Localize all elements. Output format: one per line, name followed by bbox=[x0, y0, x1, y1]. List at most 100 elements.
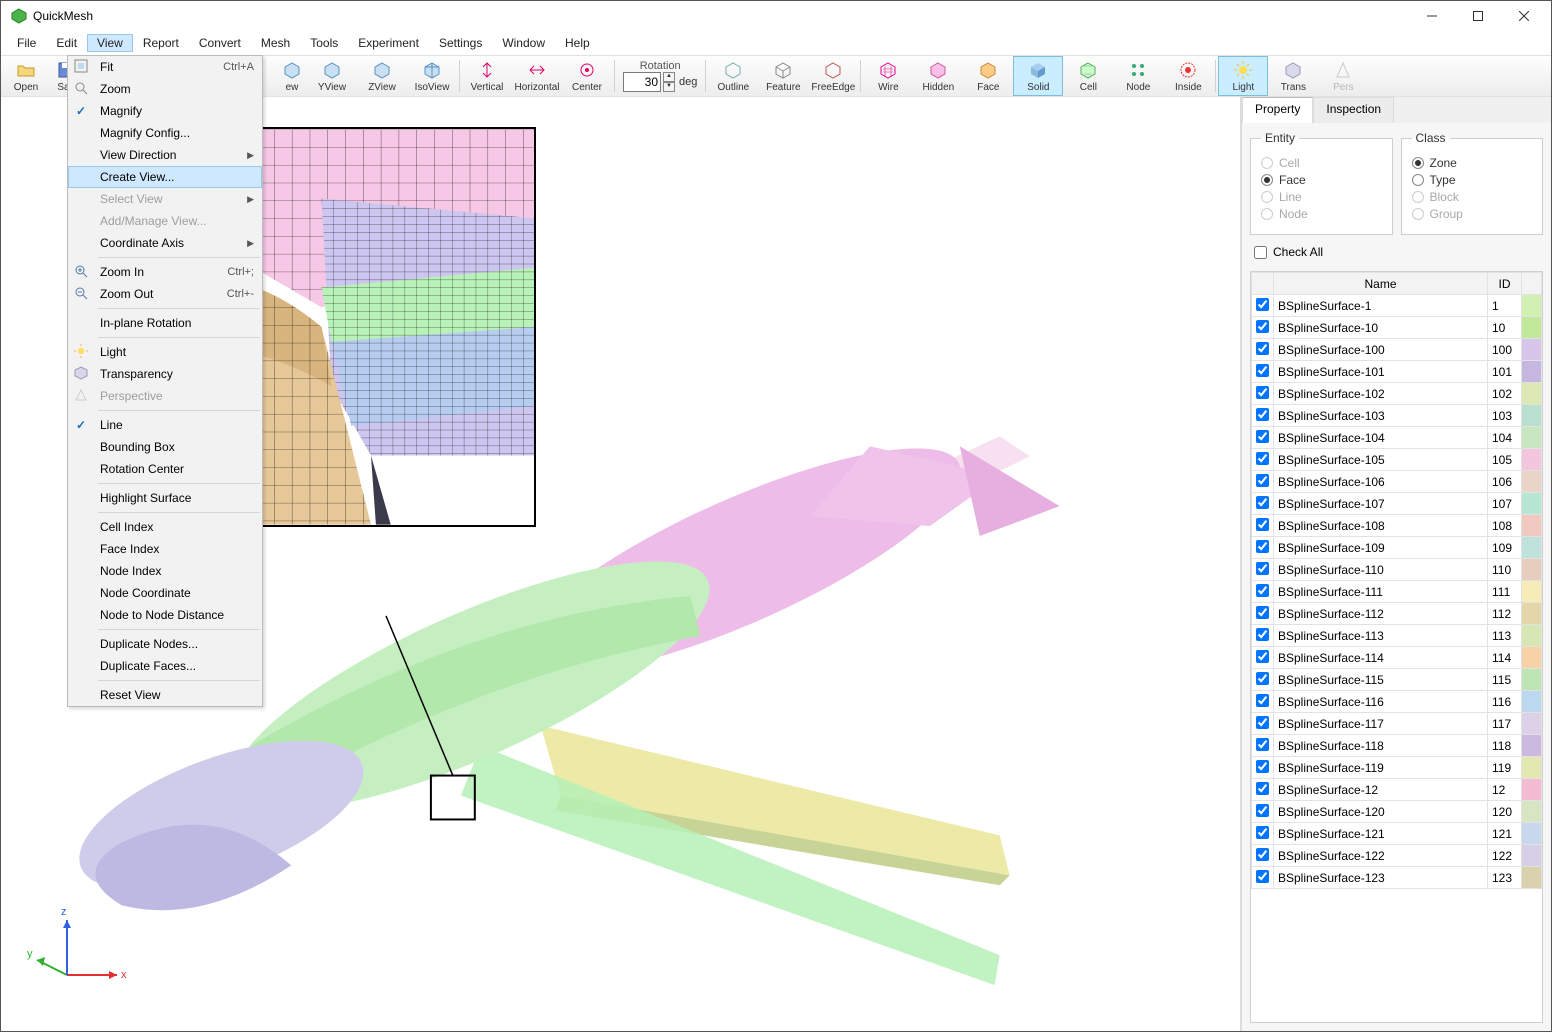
zview-button[interactable]: ZView bbox=[357, 56, 407, 96]
table-row[interactable]: BSplineSurface-104104 bbox=[1252, 427, 1542, 449]
row-checkbox[interactable] bbox=[1256, 870, 1269, 883]
row-checkbox[interactable] bbox=[1256, 540, 1269, 553]
table-row[interactable]: BSplineSurface-122122 bbox=[1252, 845, 1542, 867]
table-row[interactable]: BSplineSurface-105105 bbox=[1252, 449, 1542, 471]
view-menu-zoom-out[interactable]: Zoom OutCtrl+- bbox=[68, 283, 262, 305]
table-row[interactable]: BSplineSurface-118118 bbox=[1252, 735, 1542, 757]
table-row[interactable]: BSplineSurface-112112 bbox=[1252, 603, 1542, 625]
row-checkbox[interactable] bbox=[1256, 606, 1269, 619]
table-row[interactable]: BSplineSurface-110110 bbox=[1252, 559, 1542, 581]
view-menu-transparency[interactable]: Transparency bbox=[68, 363, 262, 385]
table-row[interactable]: BSplineSurface-103103 bbox=[1252, 405, 1542, 427]
outline-button[interactable]: Outline bbox=[708, 56, 758, 96]
row-checkbox[interactable] bbox=[1256, 650, 1269, 663]
class-radio-type[interactable]: Type bbox=[1412, 173, 1533, 187]
check-all-row[interactable]: Check All bbox=[1254, 245, 1543, 259]
menu-experiment[interactable]: Experiment bbox=[348, 34, 429, 52]
row-checkbox[interactable] bbox=[1256, 452, 1269, 465]
wire-button[interactable]: Wire bbox=[863, 56, 913, 96]
freeedge-button[interactable]: FreeEdge bbox=[808, 56, 858, 96]
column-check[interactable] bbox=[1252, 273, 1274, 295]
row-checkbox[interactable] bbox=[1256, 628, 1269, 641]
row-checkbox[interactable] bbox=[1256, 320, 1269, 333]
table-row[interactable]: BSplineSurface-107107 bbox=[1252, 493, 1542, 515]
table-row[interactable]: BSplineSurface-114114 bbox=[1252, 647, 1542, 669]
column-id[interactable]: ID bbox=[1488, 273, 1522, 295]
row-checkbox[interactable] bbox=[1256, 298, 1269, 311]
table-row[interactable]: BSplineSurface-1212 bbox=[1252, 779, 1542, 801]
table-row[interactable]: BSplineSurface-121121 bbox=[1252, 823, 1542, 845]
hidden-button[interactable]: Hidden bbox=[913, 56, 963, 96]
row-checkbox[interactable] bbox=[1256, 782, 1269, 795]
menu-file[interactable]: File bbox=[7, 34, 46, 52]
row-checkbox[interactable] bbox=[1256, 562, 1269, 575]
row-checkbox[interactable] bbox=[1256, 694, 1269, 707]
row-checkbox[interactable] bbox=[1256, 518, 1269, 531]
menu-view[interactable]: View bbox=[87, 34, 133, 52]
table-row[interactable]: BSplineSurface-115115 bbox=[1252, 669, 1542, 691]
table-row[interactable]: BSplineSurface-117117 bbox=[1252, 713, 1542, 735]
menu-convert[interactable]: Convert bbox=[189, 34, 251, 52]
view-menu-light[interactable]: Light bbox=[68, 341, 262, 363]
row-checkbox[interactable] bbox=[1256, 430, 1269, 443]
window-maximize-button[interactable] bbox=[1455, 1, 1501, 31]
table-row[interactable]: BSplineSurface-100100 bbox=[1252, 339, 1542, 361]
light-button[interactable]: Light bbox=[1218, 56, 1268, 96]
tab-inspection[interactable]: Inspection bbox=[1313, 97, 1394, 123]
view-menu-duplicate-faces[interactable]: Duplicate Faces... bbox=[68, 655, 262, 677]
menu-window[interactable]: Window bbox=[492, 34, 555, 52]
face-button[interactable]: Face bbox=[963, 56, 1013, 96]
rotation-spin-down[interactable]: ▼ bbox=[663, 82, 675, 92]
table-row[interactable]: BSplineSurface-1010 bbox=[1252, 317, 1542, 339]
menu-report[interactable]: Report bbox=[133, 34, 189, 52]
view-menu-magnify-config[interactable]: Magnify Config... bbox=[68, 122, 262, 144]
column-name[interactable]: Name bbox=[1274, 273, 1488, 295]
partial-view-button[interactable]: ew bbox=[277, 56, 307, 96]
row-checkbox[interactable] bbox=[1256, 496, 1269, 509]
view-menu-duplicate-nodes[interactable]: Duplicate Nodes... bbox=[68, 633, 262, 655]
row-checkbox[interactable] bbox=[1256, 716, 1269, 729]
table-row[interactable]: BSplineSurface-109109 bbox=[1252, 537, 1542, 559]
solid-button[interactable]: Solid bbox=[1013, 56, 1063, 96]
table-row[interactable]: BSplineSurface-111111 bbox=[1252, 581, 1542, 603]
open-button[interactable]: Open bbox=[1, 56, 51, 96]
menu-settings[interactable]: Settings bbox=[429, 34, 492, 52]
row-checkbox[interactable] bbox=[1256, 826, 1269, 839]
view-menu-line[interactable]: ✓Line bbox=[68, 414, 262, 436]
table-row[interactable]: BSplineSurface-113113 bbox=[1252, 625, 1542, 647]
row-checkbox[interactable] bbox=[1256, 804, 1269, 817]
class-radio-zone[interactable]: Zone bbox=[1412, 156, 1533, 170]
view-menu-create-view[interactable]: Create View... bbox=[68, 166, 262, 188]
cell-button[interactable]: Cell bbox=[1063, 56, 1113, 96]
table-row[interactable]: BSplineSurface-108108 bbox=[1252, 515, 1542, 537]
node-button[interactable]: Node bbox=[1113, 56, 1163, 96]
row-checkbox[interactable] bbox=[1256, 672, 1269, 685]
view-menu-view-direction[interactable]: View Direction▶ bbox=[68, 144, 262, 166]
row-checkbox[interactable] bbox=[1256, 364, 1269, 377]
table-row[interactable]: BSplineSurface-101101 bbox=[1252, 361, 1542, 383]
view-menu-bounding-box[interactable]: Bounding Box bbox=[68, 436, 262, 458]
table-row[interactable]: BSplineSurface-123123 bbox=[1252, 867, 1542, 889]
table-row[interactable]: BSplineSurface-116116 bbox=[1252, 691, 1542, 713]
view-menu-reset-view[interactable]: Reset View bbox=[68, 684, 262, 706]
view-menu-cell-index[interactable]: Cell Index bbox=[68, 516, 262, 538]
menu-edit[interactable]: Edit bbox=[46, 34, 87, 52]
view-menu-rotation-center[interactable]: Rotation Center bbox=[68, 458, 262, 480]
rotation-spin-up[interactable]: ▲ bbox=[663, 72, 675, 82]
table-row[interactable]: BSplineSurface-106106 bbox=[1252, 471, 1542, 493]
view-menu-coordinate-axis[interactable]: Coordinate Axis▶ bbox=[68, 232, 262, 254]
table-row[interactable]: BSplineSurface-102102 bbox=[1252, 383, 1542, 405]
menu-help[interactable]: Help bbox=[555, 34, 600, 52]
yview-button[interactable]: YView bbox=[307, 56, 357, 96]
center-button[interactable]: Center bbox=[562, 56, 612, 96]
menu-mesh[interactable]: Mesh bbox=[251, 34, 300, 52]
row-checkbox[interactable] bbox=[1256, 738, 1269, 751]
table-row[interactable]: BSplineSurface-119119 bbox=[1252, 757, 1542, 779]
row-checkbox[interactable] bbox=[1256, 342, 1269, 355]
row-checkbox[interactable] bbox=[1256, 760, 1269, 773]
view-menu-node-to-node-distance[interactable]: Node to Node Distance bbox=[68, 604, 262, 626]
isoview-button[interactable]: IsoView bbox=[407, 56, 457, 96]
row-checkbox[interactable] bbox=[1256, 848, 1269, 861]
row-checkbox[interactable] bbox=[1256, 474, 1269, 487]
table-row[interactable]: BSplineSurface-11 bbox=[1252, 295, 1542, 317]
